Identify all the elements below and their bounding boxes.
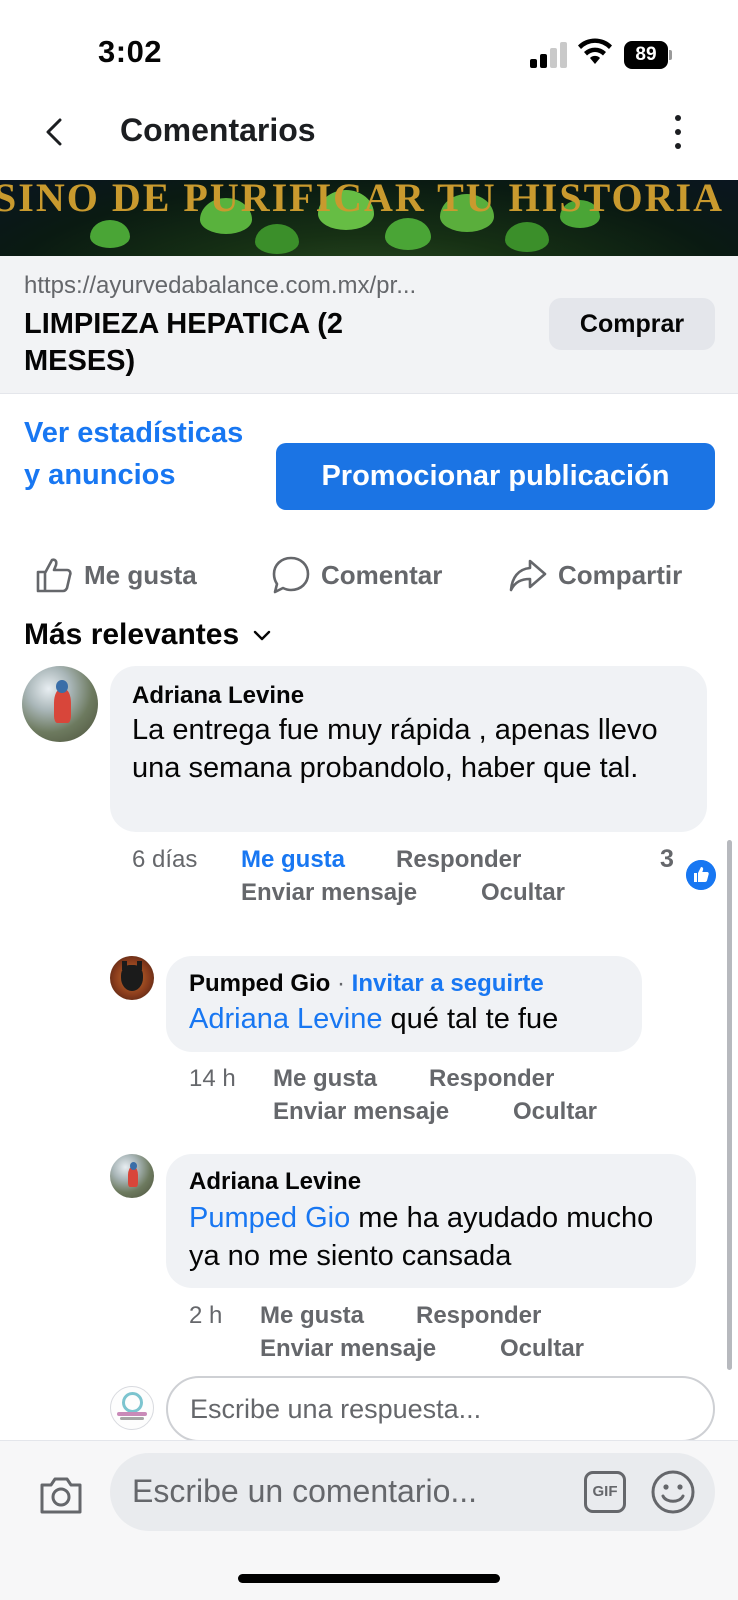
comment-icon	[272, 556, 310, 594]
gif-icon[interactable]: GIF	[584, 1471, 626, 1513]
post-actions: Me gusta Comentar Compartir	[0, 550, 738, 600]
comment-label: Comentar	[321, 559, 443, 590]
reply-input-placeholder: Escribe una respuesta...	[190, 1394, 482, 1424]
comment-hide-button[interactable]: Ocultar	[500, 1335, 584, 1363]
avatar[interactable]	[22, 666, 98, 742]
battery-level: 89	[624, 41, 668, 69]
chevron-down-icon	[253, 630, 271, 641]
wifi-icon	[578, 38, 612, 64]
comment-reply-button[interactable]: Responder	[429, 1065, 554, 1093]
filter-label: Más relevantes	[24, 618, 240, 651]
comment-text: qué tal te fue	[382, 1003, 559, 1035]
like-button[interactable]: Me gusta	[34, 550, 197, 600]
reaction-count[interactable]: 3	[660, 845, 674, 874]
comment-hide-button[interactable]: Ocultar	[513, 1098, 597, 1126]
share-label: Compartir	[558, 559, 683, 590]
comment-author-line: Pumped Gio · Invitar a seguirte	[189, 970, 544, 997]
comment-like-button[interactable]: Me gusta	[273, 1065, 377, 1093]
mention-link[interactable]: Pumped Gio	[189, 1202, 350, 1234]
comment-button[interactable]: Comentar	[271, 550, 442, 600]
comment-hide-button[interactable]: Ocultar	[481, 879, 565, 907]
comment-text-line: Pumped Gio me ha ayudado mucho ya no me …	[189, 1199, 684, 1275]
comment-reply-button[interactable]: Responder	[416, 1302, 541, 1330]
comment-like-button[interactable]: Me gusta	[241, 846, 345, 874]
comment-time: 6 días	[132, 846, 198, 873]
battery-icon: 89	[624, 41, 672, 69]
comment-author[interactable]: Adriana Levine	[132, 682, 304, 710]
signal-icon	[530, 42, 568, 68]
reply-input[interactable]: Escribe una respuesta...	[166, 1376, 715, 1442]
buy-button[interactable]: Comprar	[549, 298, 715, 350]
scrollbar[interactable]	[727, 840, 732, 1370]
comment-like-button[interactable]: Me gusta	[260, 1302, 364, 1330]
comment-input-placeholder: Escribe un comentario...	[132, 1473, 478, 1509]
comment-input[interactable]: Escribe un comentario... GIF	[110, 1453, 715, 1531]
home-indicator	[238, 1574, 500, 1583]
header: Comentarios	[0, 100, 738, 180]
comment-time: 14 h	[189, 1065, 236, 1092]
thumbs-up-badge-icon	[686, 860, 716, 890]
avatar[interactable]	[110, 1154, 154, 1198]
view-stats-link[interactable]: Ver estadísticas y anuncios	[24, 412, 264, 496]
like-icon	[36, 558, 72, 593]
comment-time: 2 h	[189, 1302, 223, 1329]
status-time: 3:02	[98, 34, 163, 69]
comment-message-button[interactable]: Enviar mensaje	[273, 1098, 449, 1126]
comment-text: La entrega fue muy rápida , apenas llevo…	[132, 714, 658, 784]
back-icon[interactable]	[38, 114, 74, 150]
comment-reply-button[interactable]: Responder	[396, 846, 521, 874]
promote-post-button[interactable]: Promocionar publicación	[276, 443, 715, 510]
link-url: https://ayurvedabalance.com.mx/pr...	[24, 272, 417, 299]
comment-composer: Escribe un comentario... GIF	[0, 1440, 738, 1600]
comment-message-button[interactable]: Enviar mensaje	[241, 879, 417, 907]
like-label: Me gusta	[84, 559, 197, 590]
mention-link[interactable]: Adriana Levine	[189, 1003, 382, 1035]
share-icon	[509, 559, 547, 592]
comment-text-line: Adriana Levine qué tal te fue	[189, 1000, 629, 1038]
emoji-icon[interactable]	[650, 1469, 696, 1515]
status-bar: 3:02 89	[0, 0, 738, 100]
comment-author[interactable]: Pumped Gio	[189, 970, 330, 997]
comment-filter[interactable]: Más relevantes	[24, 618, 273, 652]
link-preview-card[interactable]: https://ayurvedabalance.com.mx/pr... LIM…	[0, 256, 738, 394]
camera-icon[interactable]	[38, 1474, 84, 1516]
post-image-banner: SINO DE PURIFICAR TU HISTORIA	[0, 180, 738, 256]
comment-author[interactable]: Adriana Levine	[189, 1168, 361, 1196]
banner-text: SINO DE PURIFICAR TU HISTORIA	[0, 180, 724, 220]
invite-follow-link[interactable]: Invitar a seguirte	[352, 970, 544, 997]
page-title: Comentarios	[120, 112, 316, 148]
avatar[interactable]	[110, 956, 154, 1000]
comment-message-button[interactable]: Enviar mensaje	[260, 1335, 436, 1363]
avatar	[110, 1386, 154, 1430]
link-title: LIMPIEZA HEPATICA (2 MESES)	[24, 308, 343, 377]
share-button[interactable]: Compartir	[508, 550, 682, 600]
more-icon[interactable]	[666, 112, 690, 152]
